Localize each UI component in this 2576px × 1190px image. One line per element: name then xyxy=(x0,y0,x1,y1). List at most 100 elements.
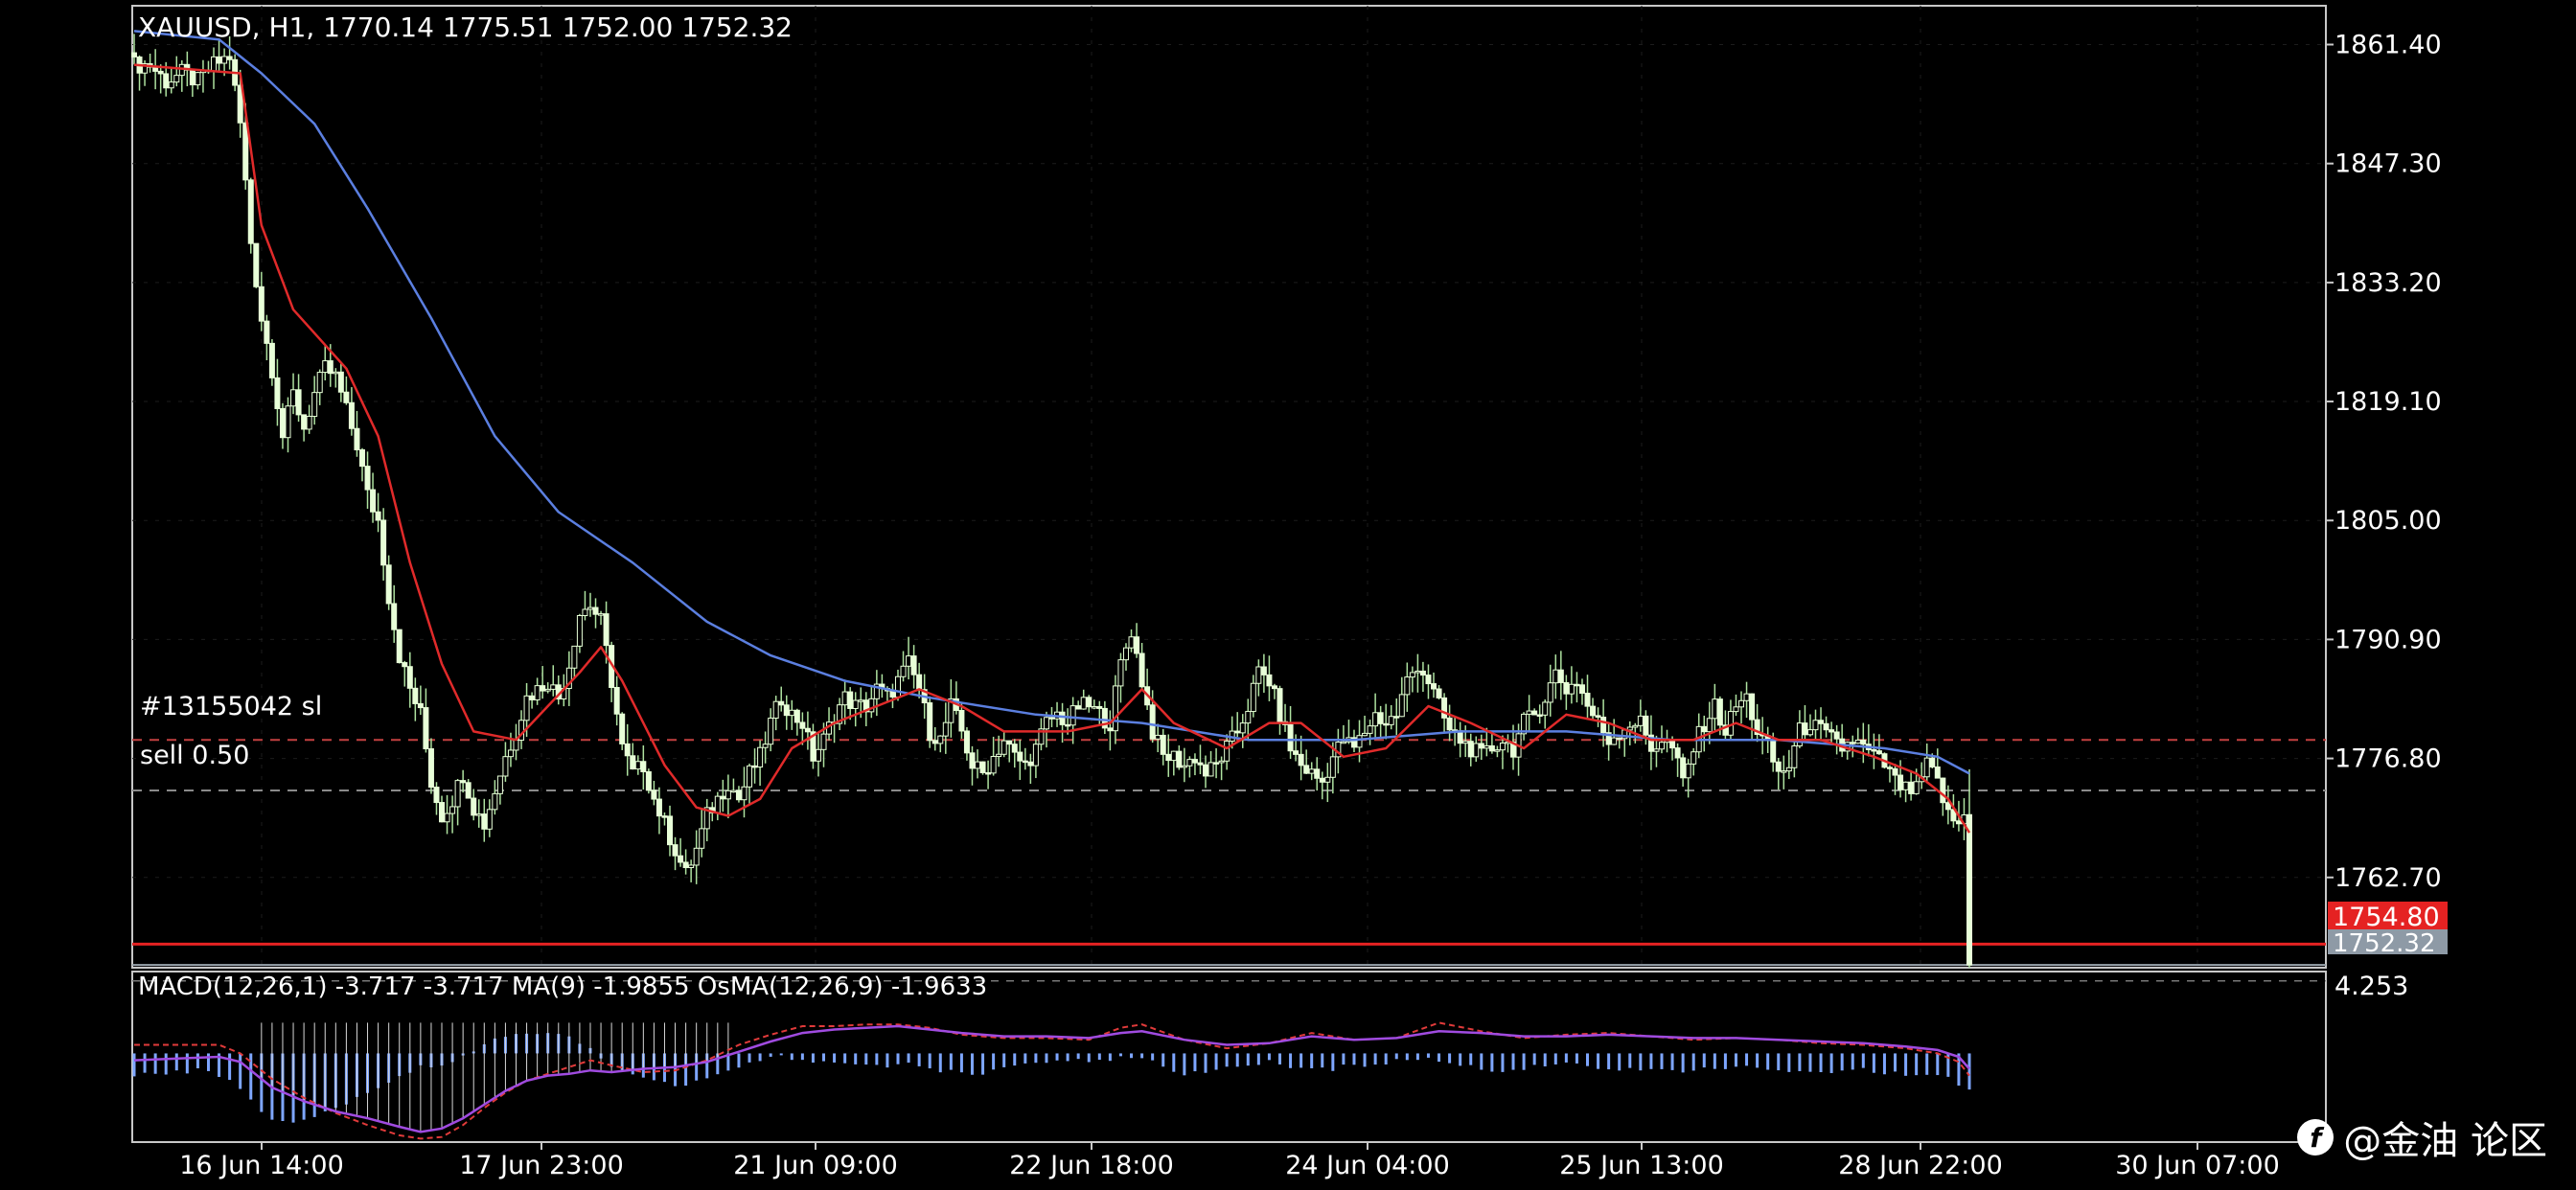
candle-body-161[interactable] xyxy=(985,771,992,775)
candle-body-6[interactable] xyxy=(163,73,170,89)
candle-body-228[interactable] xyxy=(1340,741,1346,744)
candle-body-182[interactable] xyxy=(1096,705,1103,709)
candle-body-17[interactable] xyxy=(221,56,228,64)
candle-body-233[interactable] xyxy=(1367,725,1373,734)
candle-body-258[interactable] xyxy=(1499,743,1506,751)
candle-body-144[interactable] xyxy=(894,675,901,698)
candle-body-318[interactable] xyxy=(1818,720,1825,724)
candle-body-178[interactable] xyxy=(1075,705,1082,710)
candle-body-124[interactable] xyxy=(789,709,795,717)
candle-body-333[interactable] xyxy=(1898,774,1904,790)
candle-body-198[interactable] xyxy=(1181,765,1187,768)
candle-body-61[interactable] xyxy=(454,780,461,808)
candle-body-302[interactable] xyxy=(1733,706,1739,713)
candle-body-312[interactable] xyxy=(1785,767,1792,772)
candle-body-341[interactable] xyxy=(1940,777,1946,804)
candle-body-256[interactable] xyxy=(1488,744,1495,752)
candle-body-179[interactable] xyxy=(1080,697,1087,710)
candle-body-190[interactable] xyxy=(1138,652,1145,688)
candle-body-320[interactable] xyxy=(1828,729,1835,733)
candle-body-92[interactable] xyxy=(619,713,626,744)
candle-body-267[interactable] xyxy=(1547,682,1553,703)
candle-body-271[interactable] xyxy=(1568,683,1575,695)
candle-body-184[interactable] xyxy=(1107,727,1114,732)
candle-body-71[interactable] xyxy=(507,749,514,758)
candle-body-212[interactable] xyxy=(1255,666,1262,684)
candle-body-35[interactable] xyxy=(316,372,323,394)
candle-body-122[interactable] xyxy=(778,700,785,706)
candle-body-163[interactable] xyxy=(996,753,1002,758)
candle-body-32[interactable] xyxy=(301,414,308,430)
candle-body-129[interactable] xyxy=(815,748,821,762)
candle-body-151[interactable] xyxy=(932,740,938,744)
candle-body-65[interactable] xyxy=(475,813,482,816)
candle-body-68[interactable] xyxy=(492,792,498,811)
candle-body-42[interactable] xyxy=(354,427,360,450)
candle-body-7[interactable] xyxy=(168,81,174,89)
candle-body-104[interactable] xyxy=(682,861,689,869)
candle-body-346[interactable] xyxy=(1966,813,1972,966)
candle-body-37[interactable] xyxy=(327,360,334,375)
candle-body-54[interactable] xyxy=(417,702,424,709)
candle-body-319[interactable] xyxy=(1823,722,1829,731)
candle-body-288[interactable] xyxy=(1658,742,1665,750)
candle-body-111[interactable] xyxy=(720,795,726,800)
candle-body-38[interactable] xyxy=(333,371,339,375)
candle-body-127[interactable] xyxy=(804,727,811,733)
candle-body-251[interactable] xyxy=(1462,741,1469,744)
candle-body-126[interactable] xyxy=(799,721,806,729)
candle-body-218[interactable] xyxy=(1287,723,1294,752)
candle-body-187[interactable] xyxy=(1122,647,1129,661)
candle-body-72[interactable] xyxy=(513,740,519,751)
candle-body-180[interactable] xyxy=(1086,697,1092,708)
candle-body-290[interactable] xyxy=(1669,740,1676,749)
candle-body-264[interactable] xyxy=(1531,710,1538,716)
candle-body-209[interactable] xyxy=(1239,722,1246,734)
candle-body-170[interactable] xyxy=(1032,744,1039,767)
candle-body-56[interactable] xyxy=(427,748,434,789)
candle-body-211[interactable] xyxy=(1250,682,1256,713)
candle-body-53[interactable] xyxy=(412,687,419,704)
candle-body-43[interactable] xyxy=(358,448,365,468)
candle-body-50[interactable] xyxy=(396,629,402,664)
candle-body-246[interactable] xyxy=(1436,688,1442,698)
candle-body-248[interactable] xyxy=(1446,717,1453,731)
candle-body-152[interactable] xyxy=(937,735,944,744)
candle-body-277[interactable] xyxy=(1600,717,1607,734)
candle-body-335[interactable] xyxy=(1908,781,1915,794)
candle-body-201[interactable] xyxy=(1197,762,1204,766)
candle-body-11[interactable] xyxy=(189,69,196,86)
candle-body-89[interactable] xyxy=(603,613,610,647)
candle-body-221[interactable] xyxy=(1303,765,1310,774)
candle-body-103[interactable] xyxy=(678,855,684,863)
candle-body-238[interactable] xyxy=(1393,716,1400,719)
candle-body-208[interactable] xyxy=(1234,730,1241,734)
candle-body-241[interactable] xyxy=(1409,672,1415,678)
candle-body-102[interactable] xyxy=(672,844,678,857)
candle-body-162[interactable] xyxy=(990,756,997,774)
candle-body-106[interactable] xyxy=(693,847,700,866)
candle-body-344[interactable] xyxy=(1955,820,1962,825)
candle-body-284[interactable] xyxy=(1637,715,1644,726)
candle-body-210[interactable] xyxy=(1245,711,1252,724)
candle-body-130[interactable] xyxy=(820,733,827,750)
candle-body-244[interactable] xyxy=(1425,675,1432,685)
candle-body-315[interactable] xyxy=(1802,722,1808,736)
candle-body-51[interactable] xyxy=(402,662,408,668)
candle-body-45[interactable] xyxy=(370,489,377,513)
candle-body-338[interactable] xyxy=(1923,757,1930,778)
candle-body-197[interactable] xyxy=(1176,750,1183,768)
candle-body-231[interactable] xyxy=(1356,735,1363,748)
candle-body-150[interactable] xyxy=(927,702,933,742)
candle-body-332[interactable] xyxy=(1892,767,1898,776)
candle-body-196[interactable] xyxy=(1170,750,1177,762)
candle-body-5[interactable] xyxy=(157,70,164,75)
candle-body-193[interactable] xyxy=(1155,734,1162,740)
candle-body-58[interactable] xyxy=(439,802,446,823)
candle-body-99[interactable] xyxy=(656,798,662,817)
candle-body-226[interactable] xyxy=(1329,756,1336,778)
candle-body-216[interactable] xyxy=(1276,688,1283,722)
candle-body-60[interactable] xyxy=(449,806,456,814)
candle-body-185[interactable] xyxy=(1112,685,1118,732)
candle-body-57[interactable] xyxy=(433,787,440,804)
